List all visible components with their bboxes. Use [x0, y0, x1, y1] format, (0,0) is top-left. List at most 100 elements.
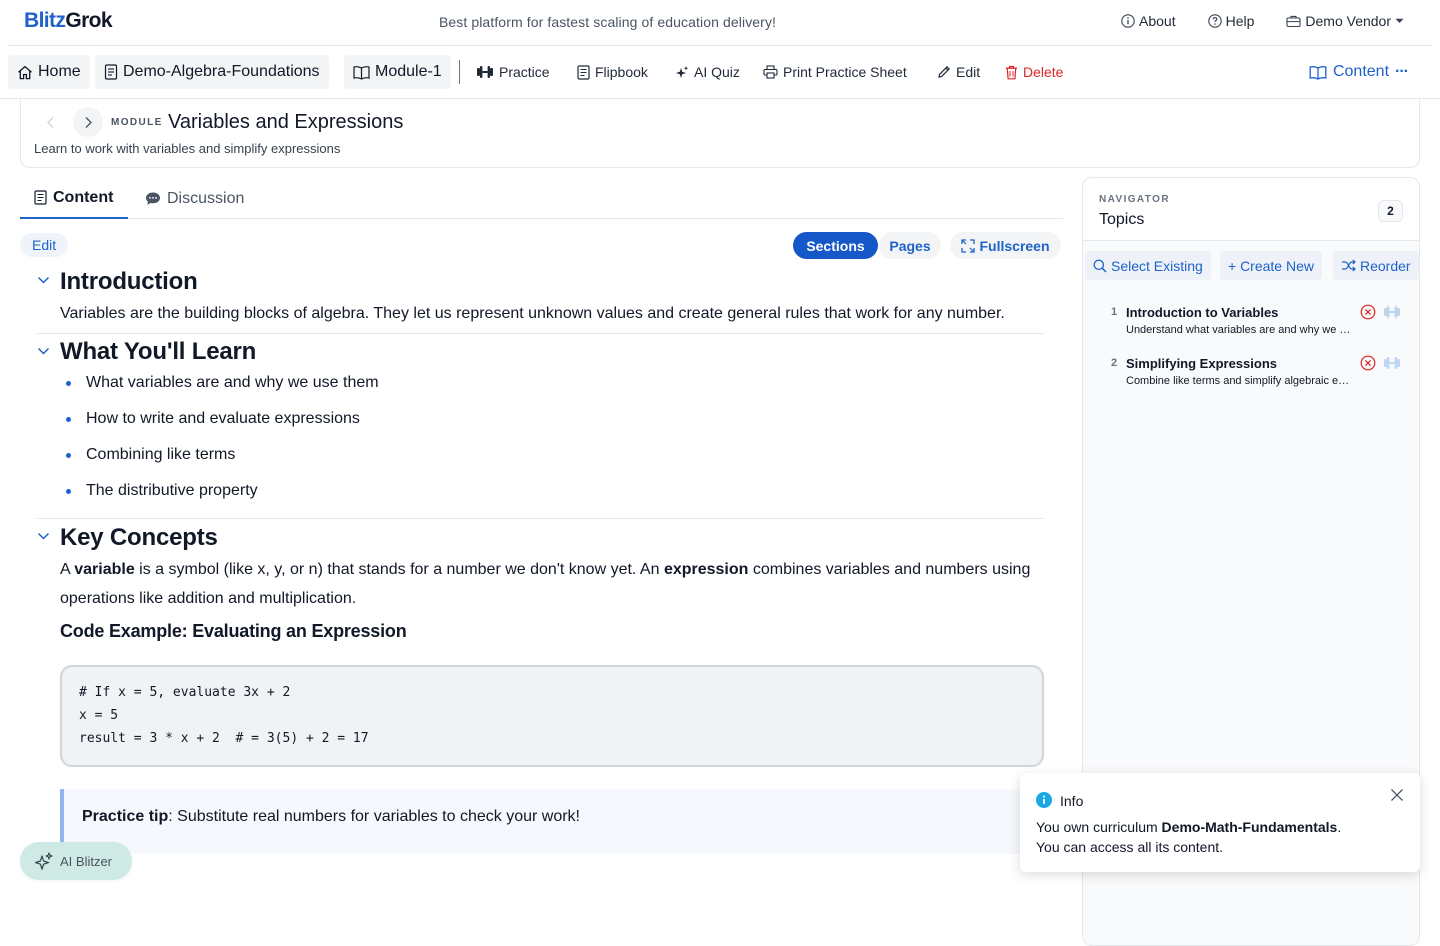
caret-down-icon [1395, 18, 1404, 24]
topic-item[interactable]: 1 Introduction to Variables Understand w… [1083, 304, 1419, 345]
topic-count-badge: 2 [1378, 200, 1403, 222]
pages-view-button[interactable]: Pages [879, 232, 941, 259]
fullscreen-button[interactable]: Fullscreen [950, 232, 1061, 259]
sparkles-icon [34, 851, 54, 871]
edit-module-button[interactable]: Edit [937, 55, 980, 89]
top-bar: BlitzGrok Best platform for fastest scal… [0, 0, 1440, 45]
document-icon [104, 64, 118, 80]
code-line: # If x = 5, evaluate 3x + 2 [79, 685, 291, 700]
tab-discussion[interactable]: Discussion [145, 178, 244, 219]
text-segment: . [1337, 819, 1342, 835]
code-line: result = 3 * x + 2 # = 3(5) + 2 = 17 [79, 731, 369, 746]
chat-bubble-icon [145, 191, 161, 206]
toast-message: You own curriculum Demo-Math-Fundamental… [1036, 817, 1341, 857]
bullet-dot [66, 453, 71, 458]
collapse-learn-chevron-icon[interactable] [37, 347, 50, 356]
select-existing-label: Select Existing [1111, 257, 1203, 274]
practice-button[interactable]: Practice [476, 55, 550, 89]
breadcrumb-module[interactable]: Module-1 [344, 55, 451, 89]
text-segment: A [60, 561, 75, 578]
toast-title: Info [1060, 793, 1084, 809]
topic-subtitle: Combine like terms and simplify algebrai… [1126, 375, 1354, 387]
flipbook-label: Flipbook [595, 64, 648, 80]
term-variable: variable [74, 561, 135, 578]
content-menu-button[interactable]: Content ··· [1309, 55, 1409, 89]
close-icon[interactable] [1390, 788, 1404, 802]
about-link[interactable]: About [1121, 13, 1176, 29]
ai-blitzer-button[interactable]: AI Blitzer [20, 842, 132, 880]
expand-icon [961, 238, 976, 253]
navigator-title: Topics [1099, 211, 1145, 228]
module-header: MODULE Variables and Expressions Learn t… [20, 99, 1420, 168]
fullscreen-label: Fullscreen [979, 237, 1050, 254]
collapse-introduction-chevron-icon[interactable] [37, 276, 50, 285]
practice-topic-dumbbell-icon[interactable] [1383, 355, 1401, 371]
section-divider [37, 333, 1044, 334]
breadcrumb-module-label: Module-1 [375, 63, 442, 80]
vendor-label: Demo Vendor [1305, 13, 1391, 29]
previous-module-button[interactable] [35, 107, 65, 137]
dumbbell-icon [476, 65, 494, 79]
section-text-introduction: Variables are the building blocks of alg… [60, 305, 1005, 322]
reorder-topics-button[interactable]: Reorder [1333, 251, 1419, 280]
section-text-key-concepts: A variable is a symbol (like x, y, or n)… [60, 555, 1045, 613]
practice-topic-dumbbell-icon[interactable] [1383, 304, 1401, 320]
next-module-button[interactable] [73, 107, 103, 137]
content-menu-label: Content [1332, 63, 1390, 80]
tab-content[interactable]: Content [20, 178, 128, 219]
list-item: Combining like terms [86, 446, 236, 463]
collapse-key-concepts-chevron-icon[interactable] [37, 532, 50, 541]
print-practice-sheet-button[interactable]: Print Practice Sheet [763, 55, 907, 89]
sections-view-button[interactable]: Sections [793, 232, 878, 259]
vendor-menu[interactable]: Demo Vendor [1286, 13, 1404, 29]
curriculum-name: Demo-Math-Fundamentals [1161, 819, 1338, 835]
select-existing-button[interactable]: Select Existing [1085, 251, 1211, 280]
section-title-learn: What You'll Learn [60, 338, 257, 365]
code-example-heading: Code Example: Evaluating an Expression [60, 621, 407, 641]
text-segment: You own curriculum [1036, 819, 1162, 835]
question-circle-icon [1207, 14, 1222, 28]
remove-topic-x-circle-icon[interactable] [1360, 304, 1376, 320]
toolbar-divider [459, 60, 460, 84]
tab-discussion-label: Discussion [167, 189, 245, 207]
search-icon [1093, 259, 1107, 273]
breadcrumb-home[interactable]: Home [8, 55, 90, 89]
tab-content-label: Content [53, 188, 114, 206]
code-block: # If x = 5, evaluate 3x + 2 x = 5 result… [60, 665, 1044, 767]
breadcrumb-curriculum-label: Demo-Algebra-Foundations [123, 63, 320, 80]
edit-content-button[interactable]: Edit [20, 233, 69, 257]
create-new-topic-button[interactable]: + Create New [1220, 251, 1322, 280]
breadcrumb-curriculum[interactable]: Demo-Algebra-Foundations [95, 55, 329, 89]
nav-toolbar: Home Demo-Algebra-Foundations Module-1 P… [0, 55, 1440, 89]
code-line: x = 5 [79, 708, 119, 723]
topic-item[interactable]: 2 Simplifying Expressions Combine like t… [1083, 355, 1419, 396]
module-subtitle: Learn to work with variables and simplif… [34, 141, 341, 156]
delete-module-button[interactable]: Delete [1005, 55, 1063, 89]
bullet-dot [66, 417, 71, 422]
help-label: Help [1225, 13, 1255, 29]
flipbook-icon [577, 64, 590, 80]
help-link[interactable]: Help [1207, 13, 1255, 29]
practice-label: Practice [499, 64, 550, 80]
trash-icon [1005, 65, 1018, 80]
top-links: About Help Demo Vendor [1121, 13, 1404, 29]
more-dots-icon: ··· [1395, 63, 1409, 80]
book-icon [353, 65, 370, 80]
flipbook-button[interactable]: Flipbook [577, 55, 648, 89]
top-bar-divider [8, 45, 1432, 46]
module-title: Variables and Expressions [168, 111, 404, 133]
print-label: Print Practice Sheet [783, 64, 907, 80]
info-toast: Info You own curriculum Demo-Math-Fundam… [1020, 773, 1420, 872]
chevron-right-icon [84, 116, 93, 129]
toast-line: You own curriculum Demo-Math-Fundamental… [1036, 817, 1341, 837]
ai-blitzer-label: AI Blitzer [60, 853, 113, 869]
bullet-dot [66, 381, 71, 386]
toast-line: You can access all its content. [1036, 839, 1224, 855]
remove-topic-x-circle-icon[interactable] [1360, 355, 1376, 371]
briefcase-icon [1286, 14, 1301, 28]
topic-number: 1 [1111, 306, 1118, 318]
chevron-left-icon [46, 116, 55, 129]
ai-quiz-button[interactable]: AI Quiz [675, 55, 740, 89]
navigator-header: NAVIGATOR Topics 2 [1083, 178, 1419, 241]
list-item: How to write and evaluate expressions [86, 410, 360, 427]
